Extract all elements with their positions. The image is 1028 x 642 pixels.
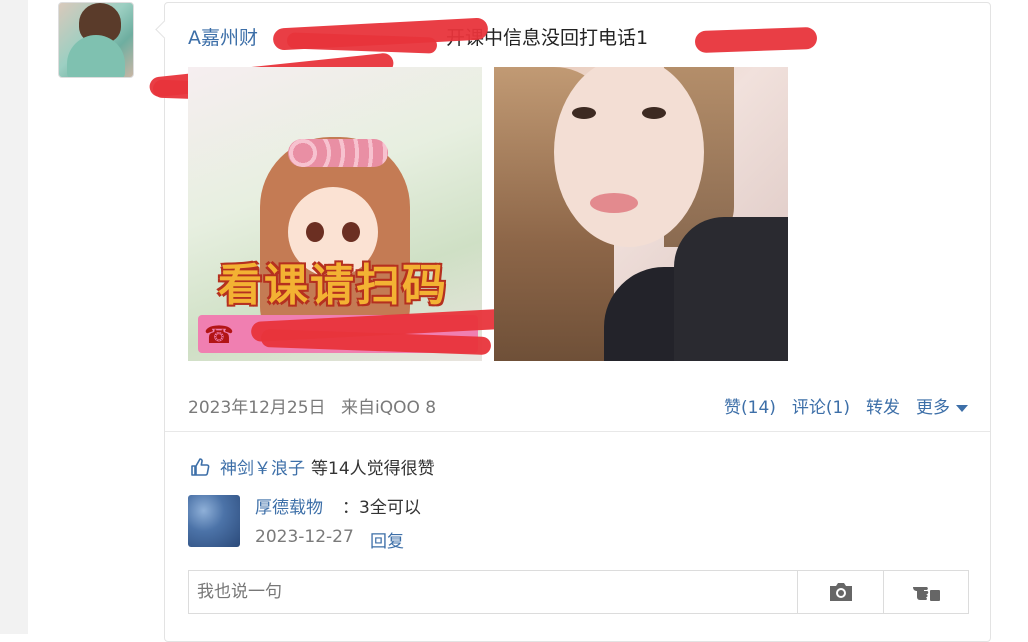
image-flower-crown xyxy=(288,139,388,167)
composer-divider xyxy=(797,571,798,613)
image-cartoon-eye xyxy=(306,222,324,242)
liker-link[interactable]: 神剑￥浪子 xyxy=(220,454,305,479)
avatar-body xyxy=(67,35,125,77)
reply-button[interactable]: 回复 xyxy=(370,527,404,552)
like-suffix: 觉得很赞 xyxy=(366,459,435,479)
image-caption: 看课请扫码 xyxy=(218,260,448,311)
post-card: A嘉州财 开课中信息没回打电话1 看课请扫码 ☎ 2023年12月25日 来自iQ… xyxy=(148,2,991,642)
thumbs-up-icon xyxy=(191,457,210,476)
commenter-name[interactable]: 厚德载物 xyxy=(255,493,323,518)
phone-icon: ☎ xyxy=(204,321,234,349)
more-menu-button[interactable]: 更多 xyxy=(916,393,968,418)
photo-upload-button[interactable] xyxy=(799,571,883,613)
left-sidebar-strip xyxy=(0,0,28,634)
repost-button[interactable]: 转发 xyxy=(866,393,900,418)
section-divider xyxy=(165,431,990,432)
like-count-text[interactable]: 等14人 xyxy=(311,454,367,479)
photo-eye xyxy=(572,107,596,119)
composer-divider xyxy=(883,571,884,613)
image-cartoon-eye xyxy=(342,222,360,242)
post-source: 来自iQOO 8 xyxy=(341,398,437,418)
photo-shirt xyxy=(674,217,788,361)
comment-input[interactable] xyxy=(189,571,797,613)
comment-item: 厚德载物 ：3全可以 2023-12-27 回复 xyxy=(188,493,968,553)
camera-icon xyxy=(830,583,852,601)
comment-date: 2023-12-27 xyxy=(255,527,354,547)
chevron-down-icon xyxy=(956,404,968,412)
redaction-mark xyxy=(694,26,818,54)
comment-composer xyxy=(188,570,969,614)
comment-text: ：3全可以 xyxy=(342,498,421,518)
photo-lips xyxy=(590,193,638,213)
photo-eye xyxy=(642,107,666,119)
commenter-avatar[interactable] xyxy=(188,495,240,547)
card-pointer xyxy=(155,20,174,39)
send-button[interactable] xyxy=(885,571,969,613)
like-button[interactable]: 赞(14) xyxy=(724,393,776,418)
hand-pointer-icon xyxy=(913,587,940,601)
author-avatar[interactable] xyxy=(58,2,134,78)
post-date: 2023年12月25日 xyxy=(188,398,326,418)
post-meta-row: 2023年12月25日 来自iQOO 8 赞(14) 评论(1) 转发 更多 xyxy=(188,393,968,418)
post-actions: 赞(14) 评论(1) 转发 更多 xyxy=(724,393,968,418)
post-image-photo[interactable] xyxy=(494,67,788,361)
post-author-link[interactable]: A嘉州财 xyxy=(188,27,258,49)
more-label: 更多 xyxy=(916,398,950,418)
likes-summary: 神剑￥浪子 等14人 觉得很赞 xyxy=(190,454,435,479)
comment-button[interactable]: 评论(1) xyxy=(792,393,850,418)
